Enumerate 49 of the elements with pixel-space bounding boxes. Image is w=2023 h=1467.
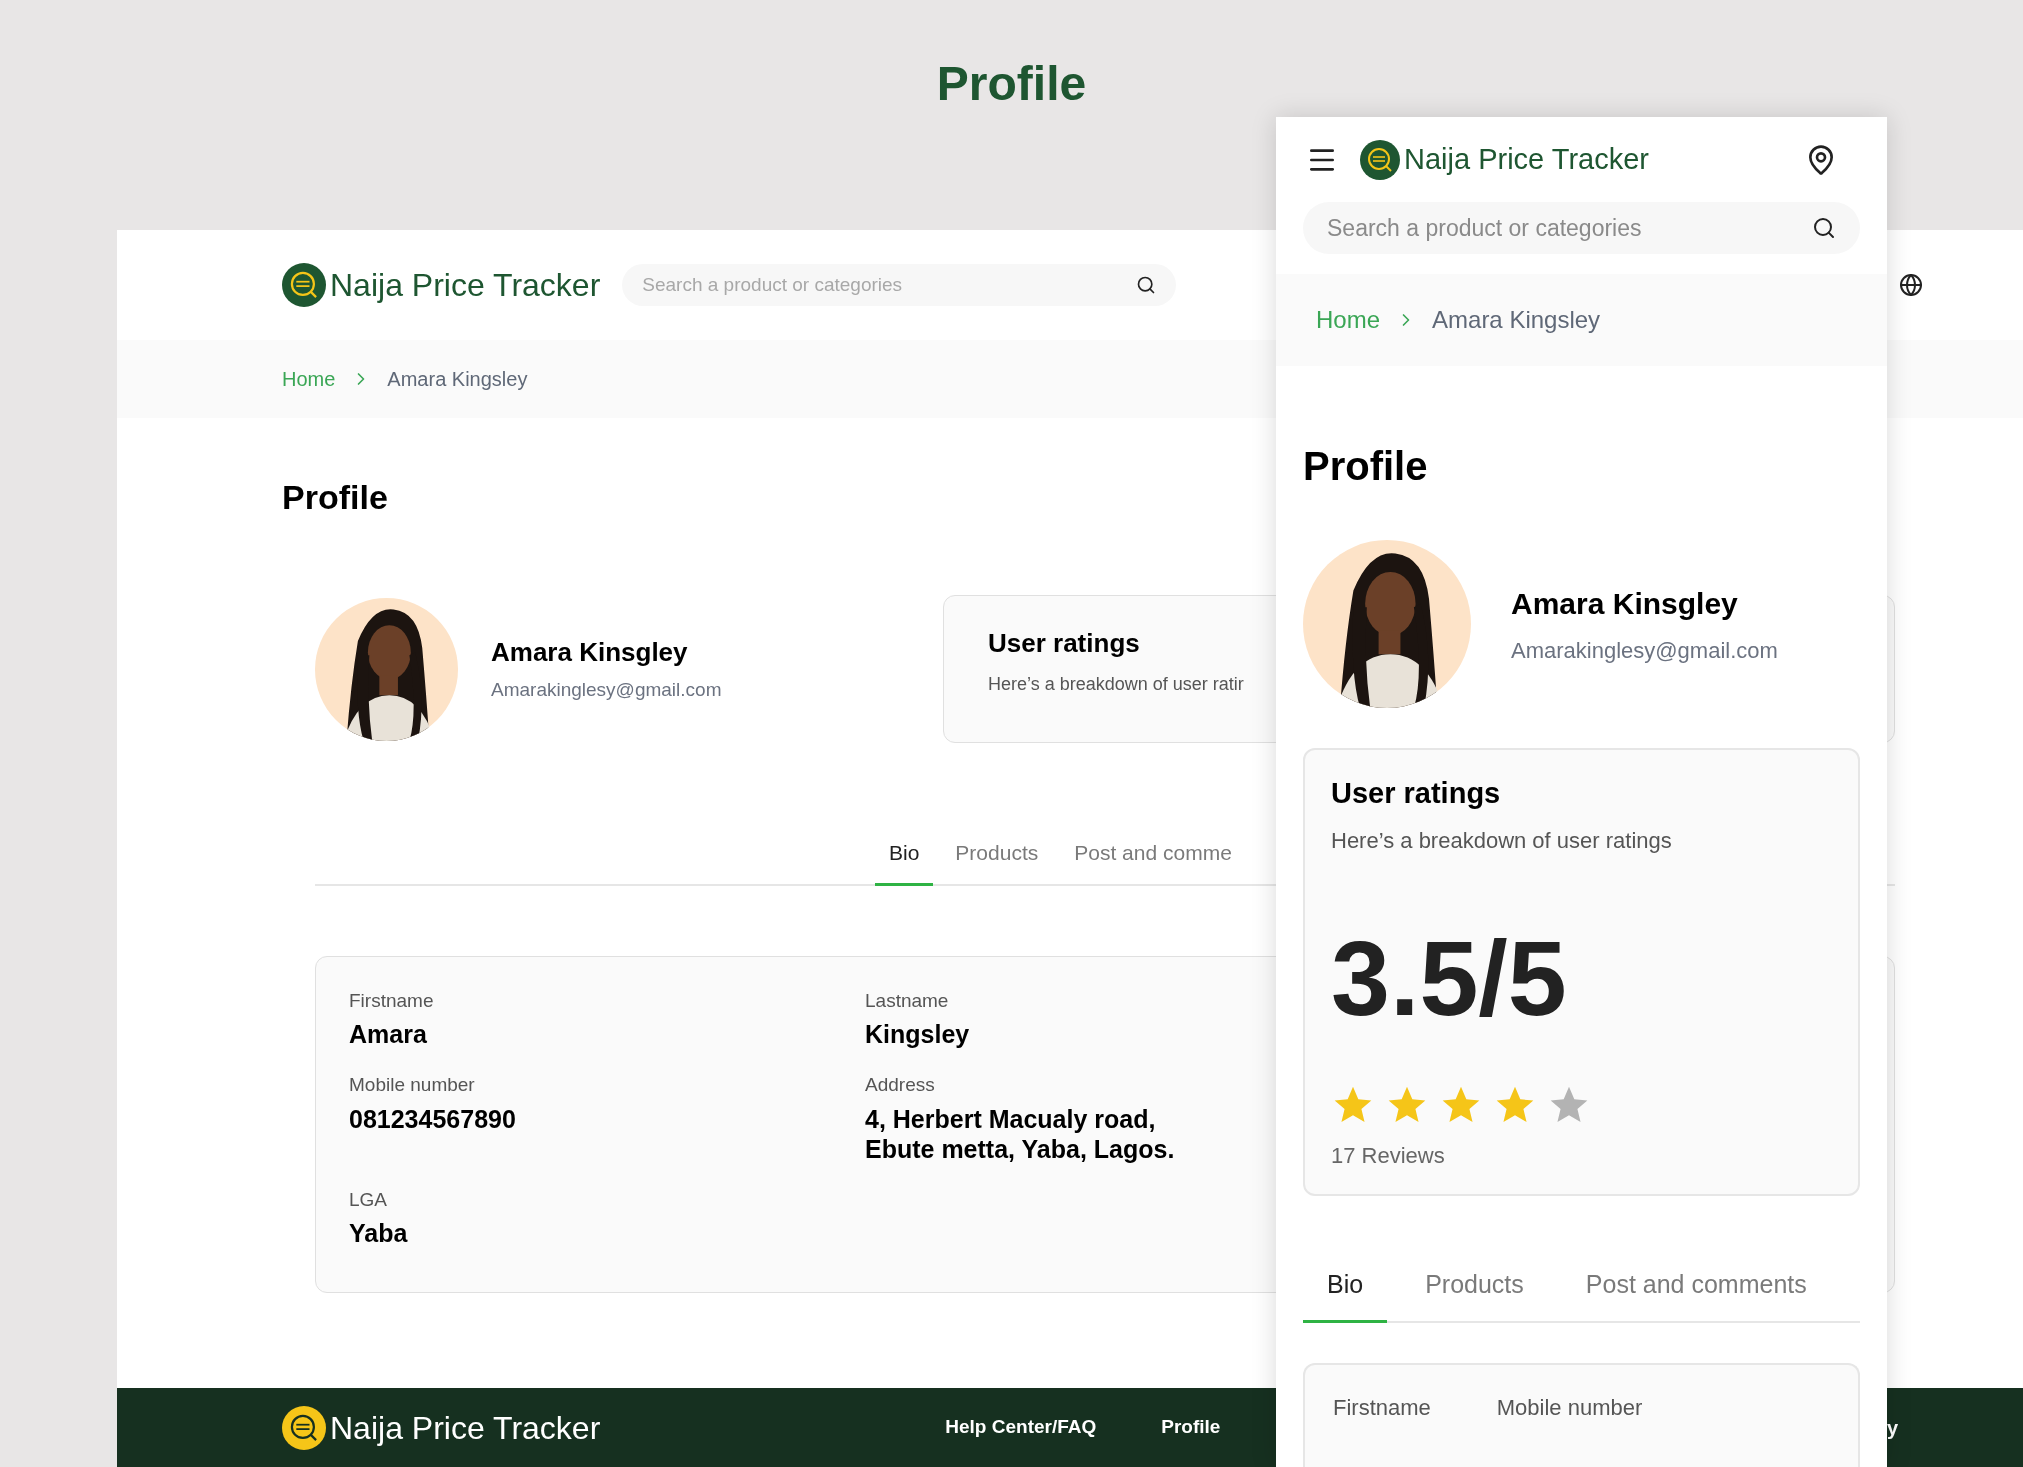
field-value: Yaba	[349, 1218, 409, 1248]
user-email: Amarakinglesy@gmail.com	[1511, 637, 1778, 665]
field-label: Firstname	[1333, 1393, 1431, 1422]
breadcrumb-link[interactable]: Home	[282, 364, 336, 394]
breadcrumb-link[interactable]: Amara Kingsley	[387, 364, 528, 394]
field-label: Firstname	[349, 988, 434, 1013]
field-value: 4, Herbert Macualy road, Ebute metta, Yaba, Lagos.	[865, 1103, 1176, 1164]
user-name: Amara Kinsgley	[491, 636, 688, 670]
field-label: Mobile number	[1496, 1393, 1643, 1422]
field-label: Address	[865, 1073, 935, 1097]
ratings-title: User ratings	[988, 627, 1140, 660]
field-value: 081234567890	[349, 1103, 517, 1134]
field-label: Lastname	[865, 988, 949, 1013]
tab[interactable]: Post and comme	[1060, 837, 1246, 886]
page-title: Profile	[936, 60, 1087, 108]
tab[interactable]: Bio	[1303, 1266, 1388, 1323]
field-value: Amara	[349, 1019, 428, 1049]
ratings-subtitle: Here’s a breakdown of user ratings	[1331, 826, 1672, 855]
footer-logo-text: Naija Price Tracker	[330, 1408, 601, 1448]
search-field[interactable]: Search a product or categories	[622, 264, 1177, 306]
profile-heading: Profile	[282, 477, 389, 518]
ratings-subtitle: Here’s a breakdown of user ratir	[988, 673, 1244, 696]
search-icon[interactable]	[1812, 216, 1836, 240]
logo-text: Naija Price Tracker	[1404, 141, 1649, 177]
user-name: Amara Kinsgley	[1511, 586, 1738, 622]
field-label: LGA	[349, 1187, 388, 1212]
logo-text: Naija Price Tracker	[330, 266, 601, 305]
profile-heading: Profile	[1303, 443, 1429, 490]
logo-icon	[1360, 139, 1400, 180]
globe-icon[interactable]	[1899, 273, 1923, 297]
tab[interactable]: Post and comments	[1561, 1266, 1831, 1323]
breadcrumb-link[interactable]: Home	[1316, 302, 1381, 338]
tab[interactable]: Bio	[875, 837, 934, 886]
footer-link[interactable]: Help Center/FAQ	[945, 1413, 1097, 1442]
tab[interactable]: Products	[941, 837, 1053, 886]
ratings-title: User ratings	[1331, 776, 1501, 811]
review-count: 17 Reviews	[1331, 1141, 1445, 1170]
search-icon[interactable]	[1136, 275, 1157, 295]
logo-icon	[282, 263, 326, 307]
footer-link[interactable]: y	[1886, 1412, 1898, 1443]
breadcrumb-link[interactable]: Amara Kingsley	[1432, 302, 1601, 338]
search-field[interactable]: Search a product or categories	[1303, 202, 1860, 254]
field-value: Kingsley	[865, 1019, 971, 1049]
rating-score: 3.5/5	[1331, 924, 1567, 1031]
footer-link[interactable]: Profile	[1161, 1413, 1221, 1442]
tab[interactable]: Products	[1401, 1266, 1548, 1323]
logo-icon	[282, 1405, 326, 1450]
user-email: Amarakinglesy@gmail.com	[491, 678, 722, 703]
field-label: Mobile number	[349, 1073, 475, 1097]
